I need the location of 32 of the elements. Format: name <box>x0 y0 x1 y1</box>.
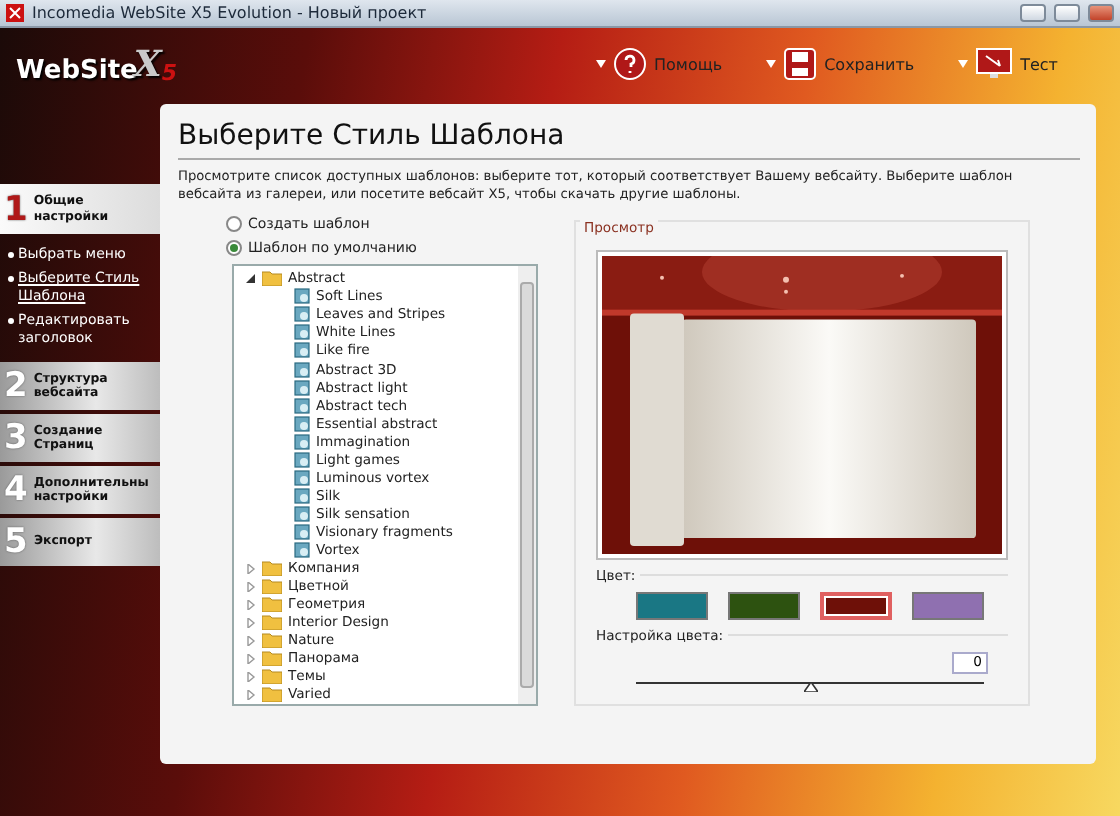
toolbar-button[interactable]: Сохранить <box>766 48 915 80</box>
color-swatch[interactable] <box>820 591 892 620</box>
color-swatch[interactable] <box>636 591 708 620</box>
caret-icon <box>596 60 606 68</box>
color-swatch[interactable] <box>912 591 984 620</box>
folder-icon <box>262 270 282 287</box>
caret-icon <box>958 60 969 68</box>
expand-icon[interactable] <box>246 635 256 646</box>
page-title: Выберите Стиль Шаблона <box>178 120 1080 160</box>
expand-icon[interactable] <box>246 563 256 574</box>
radio-icon[interactable] <box>226 239 242 256</box>
monitor-icon <box>976 48 1013 80</box>
color-swatch[interactable] <box>728 591 800 620</box>
minimize-button[interactable] <box>1020 4 1046 22</box>
radio-icon[interactable] <box>226 215 242 232</box>
floppy-icon <box>784 48 817 80</box>
scrollbar[interactable] <box>518 265 536 704</box>
expand-icon[interactable] <box>246 653 256 664</box>
close-button[interactable] <box>1088 4 1114 22</box>
expand-icon[interactable] <box>246 689 256 700</box>
expand-icon[interactable] <box>246 617 256 628</box>
collapse-icon[interactable] <box>246 273 256 284</box>
caret-icon <box>766 60 777 68</box>
logo: WebSiteX5 <box>16 43 179 85</box>
help-icon <box>614 48 646 80</box>
window-title: Incomedia WebSite X5 Evolution - Новый проект <box>32 4 429 22</box>
maximize-button[interactable] <box>1054 4 1080 22</box>
expand-icon[interactable] <box>246 671 256 682</box>
toolbar-button[interactable]: Тест <box>958 48 1058 80</box>
expand-icon[interactable] <box>246 581 256 592</box>
expand-icon[interactable] <box>246 599 256 610</box>
app-icon <box>6 4 24 22</box>
